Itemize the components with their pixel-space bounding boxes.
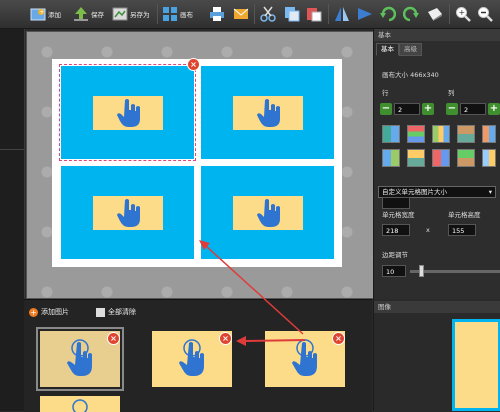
remove-image-2-icon[interactable]: × — [220, 333, 231, 344]
cell-image — [233, 196, 303, 230]
hand-pointer-icon — [117, 199, 140, 227]
hand-pointer-icon — [257, 199, 280, 227]
margin-input[interactable]: 10 — [382, 265, 406, 277]
hand-pointer-icon — [72, 399, 88, 412]
layout-preset-7[interactable] — [407, 149, 425, 167]
collage-canvas[interactable] — [52, 59, 342, 267]
cell-image — [233, 96, 303, 130]
add-images-label: 添加图片 — [41, 308, 69, 316]
add-images-button[interactable]: + 添加图片 — [29, 307, 69, 317]
canvas-size-label: 画布大小 466x340 — [382, 71, 439, 79]
cell-width-label: 单元格宽度 — [382, 211, 415, 219]
layout-preset-3[interactable] — [432, 125, 450, 143]
hand-pointer-icon — [179, 339, 204, 376]
flip-icon[interactable] — [334, 6, 350, 22]
rotate-left-icon[interactable] — [380, 6, 396, 22]
cols-increment-button[interactable]: + — [488, 103, 500, 115]
toolbar: + 添加 保存 另存为 画布 + — [0, 0, 500, 29]
clear-all-label: 全部清除 — [108, 308, 136, 316]
cell-image — [93, 96, 163, 130]
chevron-down-icon: ▾ — [488, 188, 492, 196]
svg-text:+: + — [459, 8, 466, 17]
zoom-out-icon[interactable] — [477, 6, 493, 22]
save-button[interactable]: 保存 — [73, 5, 104, 23]
times-sign: x — [426, 226, 430, 234]
add-label: 添加 — [48, 11, 61, 19]
cols-input[interactable]: 2 — [460, 103, 486, 115]
properties-panel: 基本 基本 高级 画布大小 466x340 行 列 − 2 + − 2 + 自定… — [373, 29, 500, 299]
layout-preset-9[interactable] — [457, 149, 475, 167]
cols-label: 列 — [448, 89, 455, 97]
rows-increment-button[interactable]: + — [422, 103, 434, 115]
hand-pointer-icon — [67, 339, 92, 376]
rows-label: 行 — [382, 89, 389, 97]
rotate-right-icon[interactable] — [403, 6, 419, 22]
remove-image-3-icon[interactable]: × — [333, 333, 344, 344]
remove-image-1-icon[interactable]: × — [108, 333, 119, 344]
save-as-button[interactable]: 另存为 — [112, 5, 150, 23]
clear-all-button[interactable]: 全部清除 — [96, 307, 136, 317]
effect-icon[interactable] — [427, 6, 443, 22]
image-thumbnail-4[interactable] — [40, 396, 120, 412]
save-icon — [74, 7, 88, 21]
clear-icon — [96, 307, 105, 317]
rows-input[interactable]: 2 — [394, 103, 420, 115]
cut-icon[interactable] — [260, 6, 276, 22]
print-icon[interactable] — [209, 6, 225, 22]
hand-pointer-icon — [257, 99, 280, 127]
collage-cell-3[interactable] — [61, 166, 194, 259]
paste-icon[interactable] — [306, 6, 322, 22]
panel-tabs: 基本 高级 — [376, 43, 422, 56]
cols-decrement-button[interactable]: − — [446, 103, 458, 115]
saveas-icon — [112, 7, 128, 21]
layout-preset-1[interactable] — [382, 125, 400, 143]
layout-preset-10[interactable] — [482, 149, 496, 167]
layout-preset-8[interactable] — [432, 149, 450, 167]
layout-preset-5[interactable] — [482, 125, 496, 143]
preview-header: 图像 — [374, 301, 500, 313]
add-icon: + — [30, 8, 46, 21]
svg-text:+: + — [40, 9, 45, 16]
rows-decrement-button[interactable]: − — [380, 103, 392, 115]
add-button[interactable]: + 添加 — [30, 5, 61, 23]
mail-icon[interactable] — [233, 6, 249, 22]
tab-basic[interactable]: 基本 — [376, 43, 399, 56]
preview-image — [452, 319, 500, 411]
cell-width-input[interactable]: 218 — [382, 224, 410, 236]
collage-cell-1[interactable] — [59, 64, 196, 161]
cell-width-input-placeholder — [382, 197, 410, 209]
margin-slider-thumb[interactable] — [419, 265, 424, 277]
remove-cell-icon[interactable]: × — [188, 59, 199, 70]
collage-cell-4[interactable] — [201, 166, 334, 259]
copy-icon[interactable] — [284, 6, 300, 22]
cell-height-input[interactable]: 155 — [448, 224, 476, 236]
layout-preset-6[interactable] — [382, 149, 400, 167]
image-list-panel: + 添加图片 全部清除 × × × — [24, 299, 372, 412]
margin-label: 边距调节 — [382, 251, 408, 259]
saveas-label: 另存为 — [130, 11, 150, 19]
zoom-in-icon[interactable]: + — [455, 6, 471, 22]
canvas-icon — [163, 7, 177, 21]
layout-preset-4[interactable] — [457, 125, 475, 143]
cell-size-select-value: 自定义单元格图片大小 — [382, 188, 447, 196]
add-circle-icon: + — [29, 307, 38, 317]
panel-header: 基本 — [374, 29, 500, 41]
cell-height-label: 单元格高度 — [448, 211, 481, 219]
layout-preset-2[interactable] — [407, 125, 425, 143]
cell-image — [93, 196, 163, 230]
preview-panel: 图像 — [373, 299, 500, 411]
hand-pointer-icon — [117, 99, 140, 127]
canvas-button[interactable]: 画布 — [162, 5, 193, 23]
flip-vertical-icon[interactable] — [357, 6, 373, 22]
save-label: 保存 — [91, 11, 104, 19]
hand-pointer-icon — [292, 339, 317, 376]
tab-advanced[interactable]: 高级 — [399, 43, 422, 56]
canvas-label: 画布 — [180, 11, 193, 19]
left-strip — [0, 29, 25, 411]
collage-cell-2[interactable] — [201, 66, 334, 159]
